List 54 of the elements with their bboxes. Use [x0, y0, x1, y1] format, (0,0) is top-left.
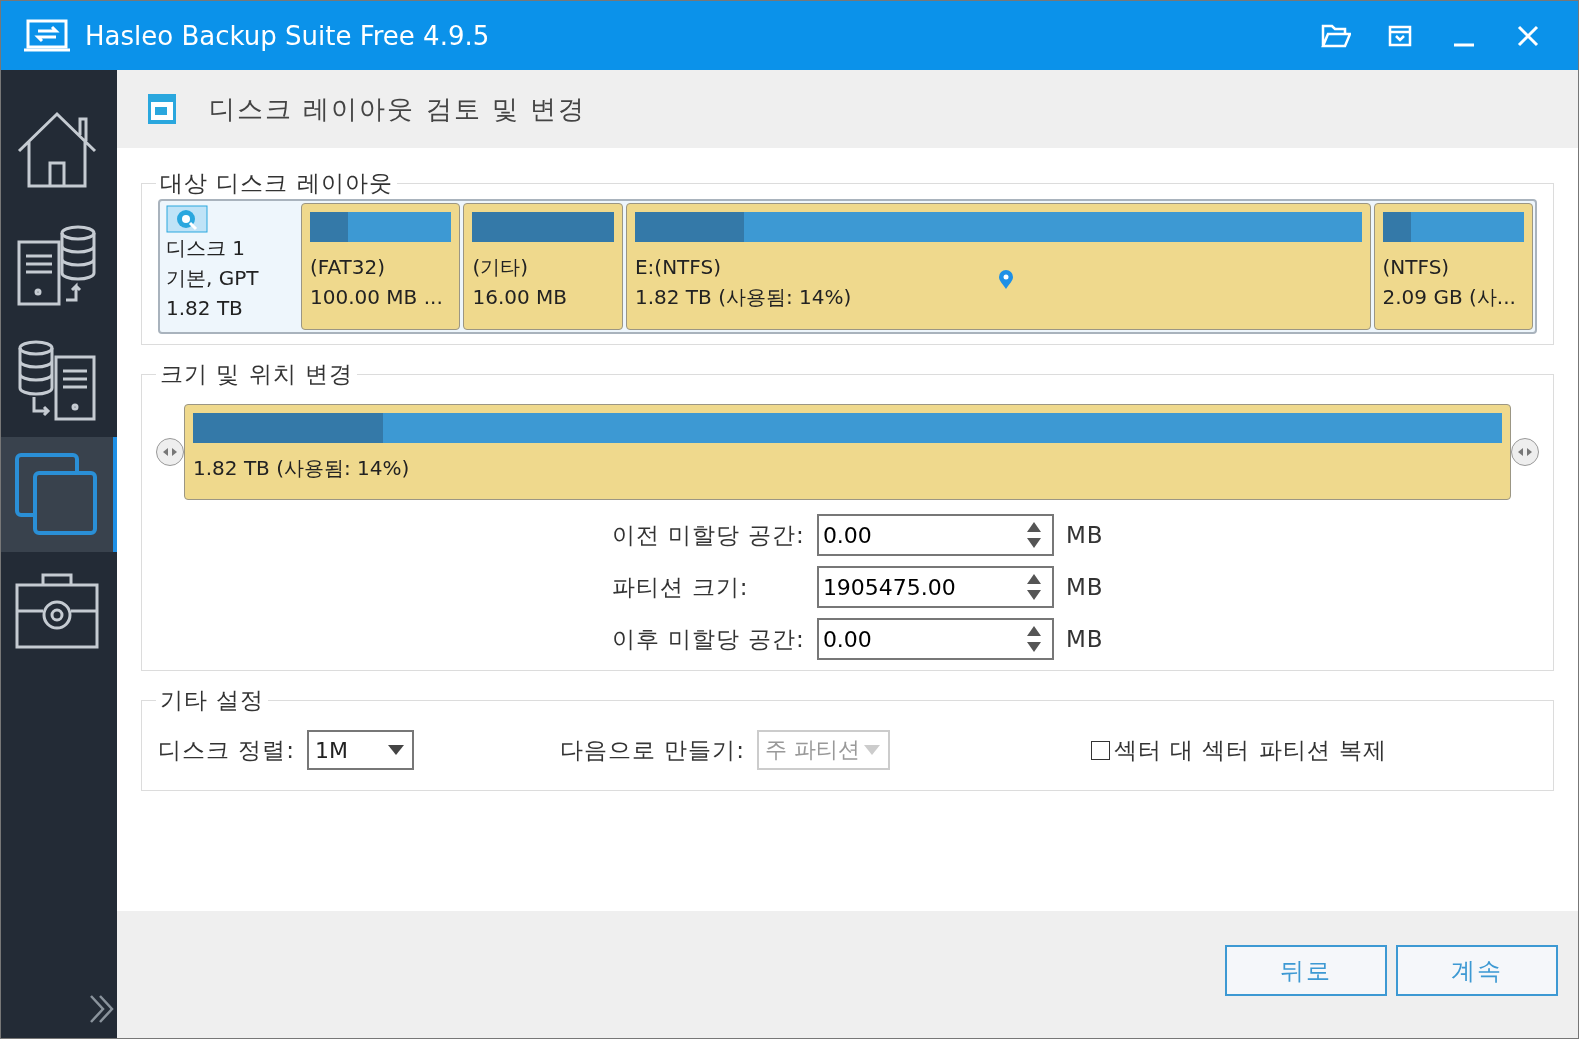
number-spin-field[interactable]: 0.00: [816, 618, 1054, 660]
disk-name: 디스크 1: [166, 235, 247, 262]
partition-size: 1.82 TB (사용됨: 14%): [193, 456, 410, 480]
number-spin-field[interactable]: 0.00: [816, 514, 1054, 556]
number-spin-field[interactable]: 1905475.00: [816, 566, 1054, 608]
field-label: 디스크 정렬:: [158, 735, 296, 765]
checkbox[interactable]: [1090, 740, 1110, 760]
caret-icon: [388, 745, 405, 755]
partition-block[interactable]: E:(NTFS) 1.82 TB (사용됨: 14%): [625, 203, 1371, 330]
database-server-icon: [16, 338, 98, 421]
server-database-icon: [16, 223, 98, 306]
field-label: 파티션 크기:: [611, 572, 750, 602]
partition-label: (기타): [472, 254, 530, 281]
expand-icon[interactable]: [89, 994, 115, 1024]
partition-resize-bar[interactable]: 1.82 TB (사용됨: 14%): [184, 404, 1511, 500]
close-icon: [1517, 24, 1539, 47]
partition-label: (FAT32): [310, 254, 387, 281]
app-logo-icon: [23, 18, 71, 53]
group-title: 기타 설정: [159, 686, 266, 715]
partition-block[interactable]: (NTFS) 2.09 GB (사...: [1373, 203, 1533, 330]
partition-size: 2.09 GB (사...: [1382, 284, 1517, 311]
disk-layout-icon: [147, 93, 177, 125]
field-label: 다음으로 만들기:: [560, 735, 746, 765]
field-label: 이후 미할당 공간:: [611, 624, 805, 654]
resize-left-handle[interactable]: [156, 438, 184, 466]
partition-label: (NTFS): [1382, 254, 1451, 281]
home-icon: [16, 110, 98, 189]
window-title: Hasleo Backup Suite Free 4.9.5: [85, 20, 491, 51]
checkbox-label: 섹터 대 섹터 파티션 복제: [1113, 735, 1387, 765]
unit-label: MB: [1065, 574, 1104, 600]
disk-type: 기본, GPT: [166, 265, 260, 292]
spinner-arrows-icon[interactable]: [1025, 625, 1042, 653]
partition-block[interactable]: (기타) 16.00 MB: [463, 203, 623, 330]
unit-label: MB: [1065, 522, 1104, 548]
resize-right-handle[interactable]: [1511, 438, 1539, 466]
copy-icon: [15, 452, 99, 537]
spinner-arrows-icon[interactable]: [1025, 521, 1042, 549]
folder-icon: [1321, 23, 1351, 48]
caret-icon: [864, 745, 881, 755]
spinner-arrows-icon[interactable]: [1025, 573, 1042, 601]
minimize-icon: [1453, 42, 1475, 47]
field-label: 이전 미할당 공간:: [611, 520, 805, 550]
unit-label: MB: [1065, 626, 1104, 652]
tray-icon: [1388, 24, 1412, 47]
alignment-dropdown[interactable]: 1M: [307, 730, 415, 770]
partition-size: 1.82 TB (사용됨: 14%): [634, 284, 853, 311]
disk-size: 1.82 TB: [166, 295, 244, 322]
partition-label: E:(NTFS): [634, 254, 722, 281]
page-title: 디스크 레이아웃 검토 및 변경: [209, 92, 587, 126]
partition-size: 16.00 MB: [472, 284, 569, 311]
partition-size: 100.00 MB ...: [310, 284, 444, 311]
group-title: 크기 및 위치 변경: [159, 360, 354, 389]
group-title: 대상 디스크 레이아웃: [159, 169, 394, 198]
partition-block[interactable]: (FAT32) 100.00 MB ...: [301, 203, 461, 330]
